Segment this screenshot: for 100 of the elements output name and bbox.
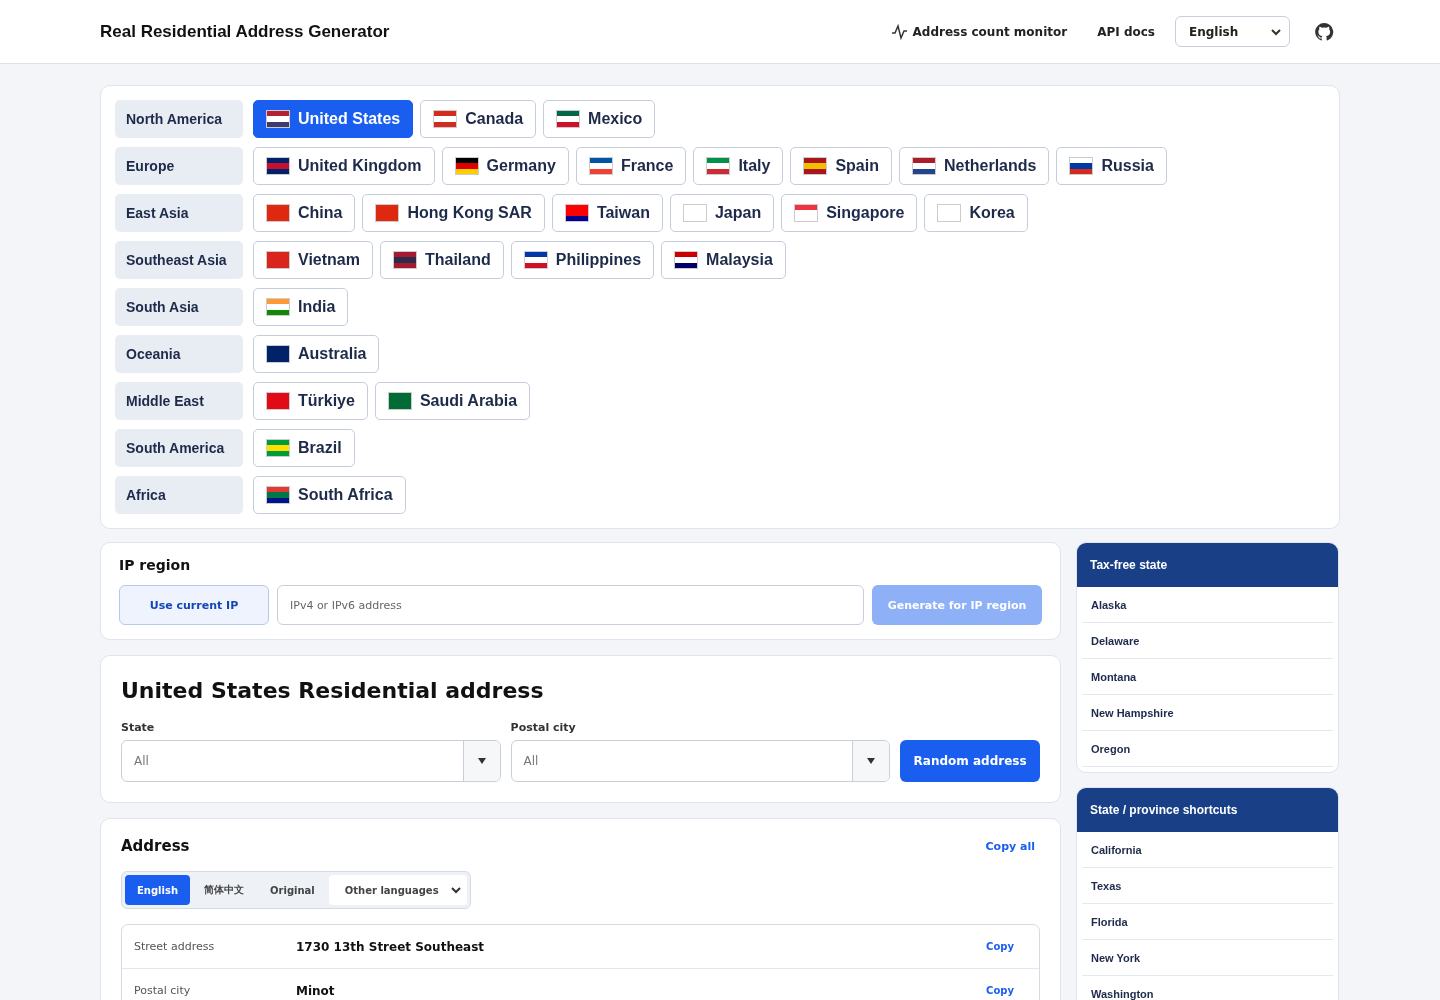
caret-icon — [866, 757, 877, 765]
sidebar-item[interactable]: Oregon — [1082, 731, 1333, 767]
flag-icon — [266, 298, 290, 316]
region-label: Europe — [115, 147, 243, 185]
github-icon — [1314, 21, 1334, 42]
country-button[interactable]: United Kingdom — [253, 147, 435, 185]
country-button[interactable]: Netherlands — [898, 147, 1050, 185]
country-button[interactable]: Taiwan — [551, 194, 663, 232]
field-value: 1730 13th Street Southeast — [296, 939, 486, 954]
other-languages-select[interactable]: Other languages — [328, 875, 467, 905]
field-label: Postal city — [510, 721, 577, 734]
field-value: Minot — [296, 983, 336, 998]
section-title: IP region — [119, 557, 192, 573]
flag-icon — [266, 251, 290, 269]
copy-all-link[interactable]: Copy all — [985, 839, 1035, 853]
country-button[interactable]: South Africa — [253, 476, 406, 514]
country-button[interactable]: Japan — [669, 194, 775, 232]
country-button[interactable]: India — [253, 288, 349, 326]
flag-icon — [682, 204, 707, 222]
country-button[interactable]: Philippines — [510, 241, 655, 279]
flag-icon — [266, 110, 290, 128]
flag-icon — [706, 157, 731, 175]
field-label: State — [121, 721, 156, 734]
flag-icon — [674, 251, 699, 269]
flag-icon — [937, 204, 962, 222]
sidebar-item[interactable]: Alaska — [1082, 587, 1333, 623]
select-field[interactable]: All — [510, 740, 891, 782]
flag-icon — [454, 157, 479, 175]
language-tab[interactable]: English — [125, 875, 191, 905]
country-button[interactable]: Russia — [1056, 147, 1167, 185]
pulse-icon — [890, 23, 907, 40]
ip-address-field[interactable]: IPv4 or IPv6 address — [277, 585, 864, 625]
country-button[interactable]: Australia — [253, 335, 380, 373]
flag-icon — [911, 157, 936, 175]
language-select[interactable]: English — [1175, 16, 1290, 47]
country-button[interactable]: Spain — [790, 147, 892, 185]
country-button[interactable]: Saudi Arabia — [374, 382, 531, 420]
sidebar-header: Tax-free state — [1077, 543, 1338, 587]
sidebar-item[interactable]: Montana — [1082, 659, 1333, 695]
flag-icon — [794, 204, 819, 222]
random-address-button[interactable]: Random address — [900, 740, 1040, 782]
country-button[interactable]: Germany — [441, 147, 569, 185]
country-button[interactable]: Türkiye — [253, 382, 368, 420]
region-label: Southeast Asia — [115, 241, 243, 279]
copy-link[interactable]: Copy — [986, 985, 1014, 996]
region-label: North America — [115, 100, 243, 138]
sidebar-header: State / province shortcuts — [1077, 788, 1338, 832]
field-label: Street address — [134, 940, 216, 953]
sidebar-item[interactable]: Florida — [1082, 904, 1333, 940]
country-button[interactable]: France — [575, 147, 687, 185]
region-label: South Asia — [115, 288, 243, 326]
flag-icon — [266, 157, 290, 175]
sidebar-item[interactable]: California — [1082, 832, 1333, 868]
flag-icon — [564, 204, 589, 222]
region-label: Middle East — [115, 382, 243, 420]
country-button[interactable]: Singapore — [781, 194, 918, 232]
page-heading: United States Residential address — [121, 678, 545, 703]
sidebar-item[interactable]: Texas — [1082, 868, 1333, 904]
country-button[interactable]: Vietnam — [253, 241, 373, 279]
flag-icon — [556, 110, 581, 128]
language-tab[interactable]: 简体中文 — [192, 875, 257, 905]
site-title: Real Residential Address Generator — [100, 21, 390, 42]
select-field[interactable]: All — [121, 740, 501, 782]
flag-icon — [266, 392, 290, 410]
country-button[interactable]: Hong Kong SAR — [362, 194, 545, 232]
flag-icon — [387, 392, 412, 410]
region-label: Oceania — [115, 335, 243, 373]
region-label: Africa — [115, 476, 243, 514]
flag-icon — [433, 110, 458, 128]
country-button[interactable]: Canada — [420, 100, 537, 138]
sidebar-item[interactable]: Delaware — [1082, 623, 1333, 659]
flag-icon — [523, 251, 548, 269]
sidebar-item[interactable]: Washington — [1082, 976, 1333, 1000]
country-button[interactable]: United States — [253, 100, 414, 138]
caret-icon — [476, 757, 487, 765]
flag-icon — [266, 439, 290, 457]
region-label: East Asia — [115, 194, 243, 232]
flag-icon — [266, 345, 290, 363]
country-button[interactable]: Brazil — [253, 429, 355, 467]
section-title: Address — [121, 837, 190, 855]
flag-icon — [588, 157, 613, 175]
region-label: South America — [115, 429, 243, 467]
country-button[interactable]: Mexico — [543, 100, 656, 138]
nav-link[interactable]: Address count monitor — [890, 23, 1068, 40]
language-tab[interactable]: Original — [258, 875, 327, 905]
country-button[interactable]: Korea — [924, 194, 1028, 232]
copy-link[interactable]: Copy — [986, 941, 1014, 952]
country-button[interactable]: Thailand — [379, 241, 504, 279]
sidebar-item[interactable]: New York — [1082, 940, 1333, 976]
country-button[interactable]: Malaysia — [661, 241, 786, 279]
country-button[interactable]: Italy — [693, 147, 784, 185]
field-label: Postal city — [134, 984, 192, 997]
flag-icon — [266, 204, 290, 222]
flag-icon — [1069, 157, 1094, 175]
sidebar-item[interactable]: New Hampshire — [1082, 695, 1333, 731]
nav-link[interactable]: API docs — [1097, 24, 1155, 39]
flag-icon — [803, 157, 828, 175]
country-button[interactable]: China — [253, 194, 356, 232]
flag-icon — [266, 486, 290, 504]
use-current-ip-button[interactable]: Use current IP — [119, 585, 269, 625]
